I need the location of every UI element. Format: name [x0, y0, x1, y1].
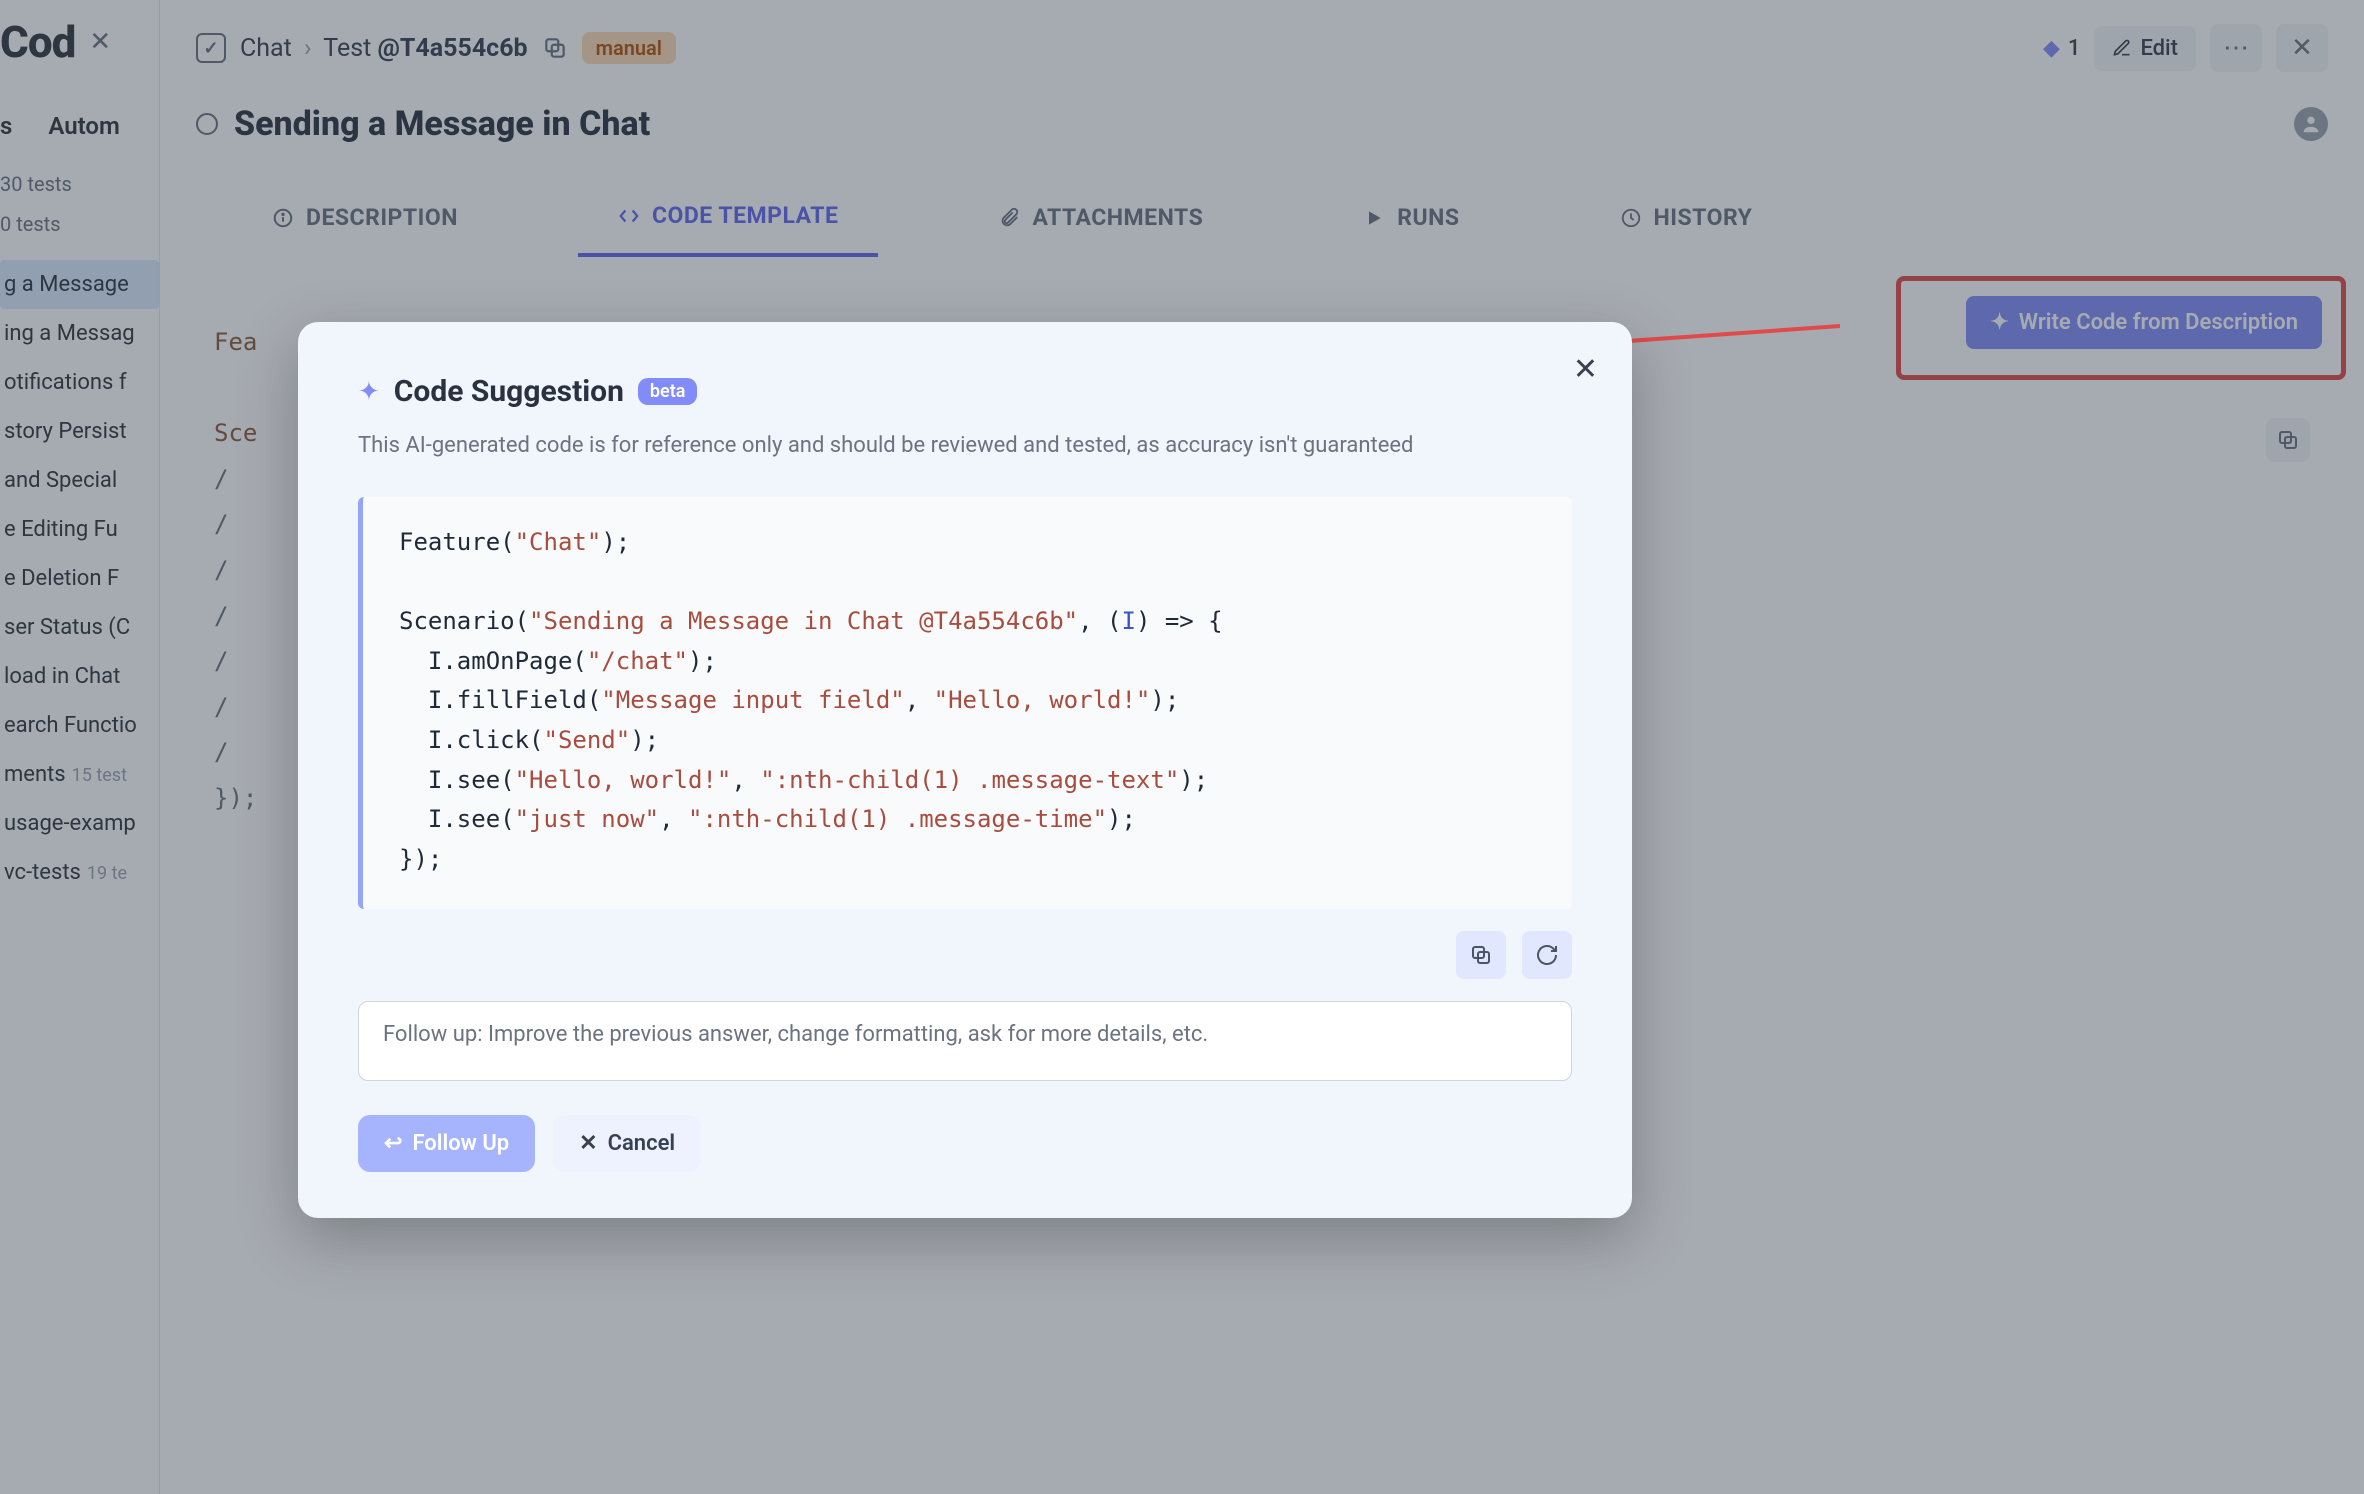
code-token: , [659, 805, 688, 833]
code-token: ); [688, 647, 717, 675]
suggested-code: Feature("Chat"); Scenario("Sending a Mes… [358, 497, 1572, 909]
modal-subtitle: This AI-generated code is for reference … [358, 429, 1438, 463]
code-token: ":nth-child(1) .message-text" [760, 766, 1179, 794]
code-suggestion-modal: ✕ ✦ Code Suggestion beta This AI-generat… [298, 322, 1632, 1218]
follow-up-button[interactable]: ↩ Follow Up [358, 1115, 535, 1172]
code-token: "Hello, world!" [515, 766, 732, 794]
code-token: Feature [399, 528, 500, 556]
code-token: ) => { [1136, 607, 1223, 635]
follow-up-input[interactable] [358, 1001, 1572, 1081]
code-token: ); [1179, 766, 1208, 794]
regenerate-button[interactable] [1522, 931, 1572, 979]
code-token: "Message input field" [601, 686, 904, 714]
code-token: Scenario [399, 607, 515, 635]
code-token: I.amOnPage( [399, 647, 587, 675]
follow-up-label: Follow Up [412, 1131, 509, 1156]
code-token: I [1121, 607, 1135, 635]
code-token: "Send" [544, 726, 631, 754]
code-token: , [731, 766, 760, 794]
modal-title: Code Suggestion [394, 374, 624, 409]
code-token: ":nth-child(1) .message-time" [688, 805, 1107, 833]
code-token: "just now" [515, 805, 660, 833]
sparkle-icon: ✦ [358, 377, 380, 407]
code-token: ); [630, 726, 659, 754]
beta-badge: beta [638, 378, 698, 405]
code-token: "Hello, world!" [934, 686, 1151, 714]
code-token: "/chat" [587, 647, 688, 675]
code-token: I.see( [399, 805, 515, 833]
modal-close-button[interactable]: ✕ [1573, 352, 1598, 387]
code-token: , ( [1078, 607, 1121, 635]
code-token: "Sending a Message in Chat @T4a554c6b" [529, 607, 1078, 635]
code-token: ); [1107, 805, 1136, 833]
cancel-label: Cancel [608, 1131, 676, 1156]
return-icon: ↩ [384, 1131, 402, 1156]
code-token: , [905, 686, 934, 714]
code-token: I.click( [399, 726, 544, 754]
code-token: }); [399, 845, 442, 873]
copy-suggestion-button[interactable] [1456, 931, 1506, 979]
code-token: I.fillField( [399, 686, 601, 714]
close-icon: ✕ [579, 1131, 597, 1156]
code-token: "Chat" [515, 528, 602, 556]
code-token: ); [1150, 686, 1179, 714]
code-token: I.see( [399, 766, 515, 794]
cancel-button[interactable]: ✕ Cancel [553, 1115, 701, 1172]
code-token: ); [601, 528, 630, 556]
